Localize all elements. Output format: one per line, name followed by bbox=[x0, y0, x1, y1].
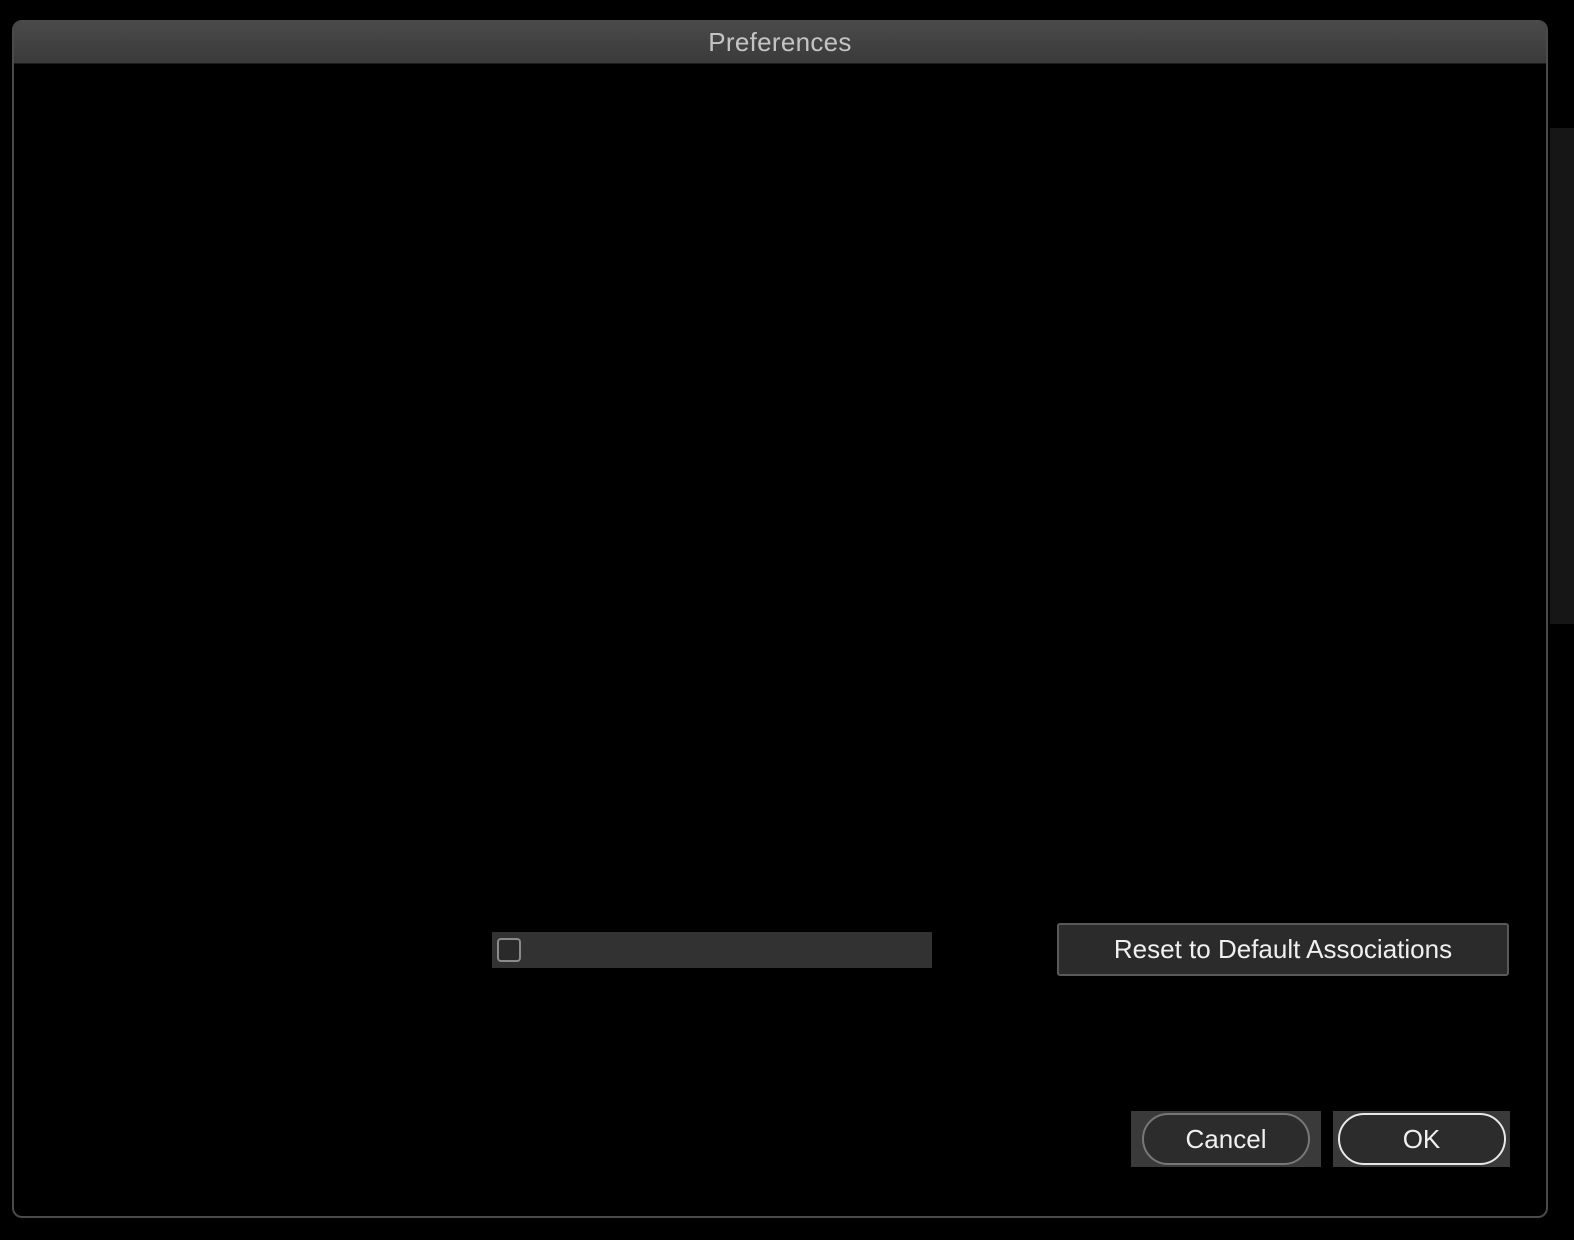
cancel-button-container: Cancel bbox=[1131, 1111, 1321, 1167]
dialog-title: Preferences bbox=[708, 27, 852, 57]
preferences-dialog: Preferences bbox=[12, 20, 1548, 1218]
cancel-button[interactable]: Cancel bbox=[1142, 1113, 1310, 1165]
scrollbar-track[interactable] bbox=[1550, 128, 1574, 624]
title-bar[interactable]: Preferences bbox=[14, 22, 1546, 64]
option-checkbox[interactable] bbox=[497, 938, 521, 962]
option-row bbox=[492, 932, 932, 968]
ok-button[interactable]: OK bbox=[1337, 1113, 1506, 1165]
reset-associations-button[interactable]: Reset to Default Associations bbox=[1057, 923, 1509, 976]
ok-button-container: OK bbox=[1333, 1111, 1510, 1167]
